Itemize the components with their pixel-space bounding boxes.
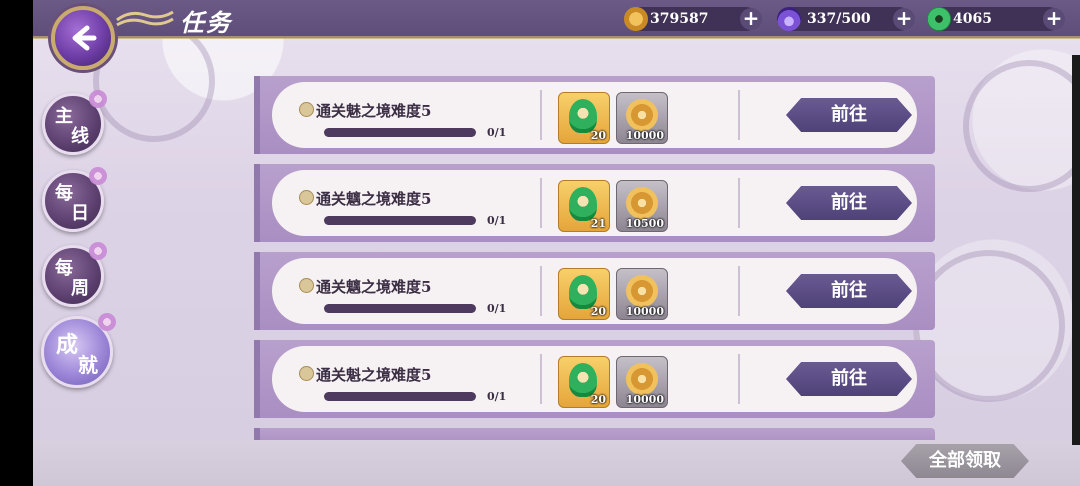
divider bbox=[540, 354, 542, 404]
divider bbox=[738, 354, 740, 404]
jade-icon bbox=[569, 363, 597, 397]
game-screen: 任务 379587 + 337/500 + 4065 + 主 线 每 日 每 周 bbox=[33, 0, 1080, 486]
tab-daily[interactable]: 每 日 bbox=[42, 167, 107, 232]
card-edge bbox=[254, 340, 260, 418]
reward-qty: 20 bbox=[590, 305, 606, 318]
reward-qty: 10500 bbox=[625, 217, 664, 230]
progress-text: 0/1 bbox=[487, 126, 507, 139]
divider bbox=[540, 178, 542, 228]
reward-coin[interactable]: 10000 bbox=[616, 356, 668, 408]
stamina-counter: 337/500 + bbox=[777, 7, 915, 31]
go-button[interactable]: 前往 bbox=[786, 98, 912, 132]
go-button[interactable]: 前往 bbox=[786, 274, 912, 308]
tab-label: 就 bbox=[78, 353, 98, 377]
divider bbox=[540, 90, 542, 140]
progress-bar bbox=[324, 304, 476, 313]
jade-value: 4065 bbox=[953, 11, 992, 27]
claim-all-button[interactable]: 全部领取 bbox=[901, 444, 1029, 478]
reward-coin[interactable]: 10000 bbox=[616, 268, 668, 320]
reward-coin[interactable]: 10500 bbox=[616, 180, 668, 232]
coin-icon bbox=[624, 7, 648, 31]
coin-icon bbox=[626, 275, 658, 307]
coin-icon bbox=[626, 187, 658, 219]
go-button[interactable]: 前往 bbox=[786, 186, 912, 220]
reward-qty: 20 bbox=[590, 393, 606, 406]
card-edge bbox=[254, 252, 260, 330]
stamina-value: 337/500 bbox=[807, 11, 871, 27]
reward-qty: 21 bbox=[590, 217, 606, 230]
add-stamina-button[interactable]: + bbox=[893, 8, 915, 30]
task-card: 通关魁之境难度5 0/1 20 10000 前往 bbox=[254, 340, 935, 418]
back-arrow-icon bbox=[72, 25, 97, 51]
jade-icon bbox=[569, 99, 597, 133]
task-card: 通关魑之境难度5 0/1 20 10000 前往 bbox=[254, 252, 935, 330]
progress-text: 0/1 bbox=[487, 302, 507, 315]
divider bbox=[738, 90, 740, 140]
page-title: 任务 bbox=[180, 8, 232, 37]
jade-icon bbox=[569, 187, 597, 221]
tab-label: 日 bbox=[71, 203, 89, 224]
task-name: 通关魑之境难度5 bbox=[316, 190, 432, 208]
task-card: 通关魑之境难度5 0/1 21 10500 前往 bbox=[254, 164, 935, 242]
tab-label: 线 bbox=[71, 126, 89, 147]
task-name: 通关魁之境难度5 bbox=[316, 366, 432, 384]
task-bullet-icon bbox=[299, 190, 314, 205]
divider bbox=[738, 178, 740, 228]
tab-main[interactable]: 主 线 bbox=[42, 90, 107, 155]
reward-coin[interactable]: 10000 bbox=[616, 92, 668, 144]
reward-qty: 20 bbox=[590, 129, 606, 142]
task-panel: 通关魁之境难度5 0/1 20 10000 前往 bbox=[272, 346, 917, 412]
reward-qty: 10000 bbox=[625, 129, 664, 142]
tab-label: 成 bbox=[56, 332, 79, 358]
progress-bar bbox=[324, 216, 476, 225]
task-bullet-icon bbox=[299, 278, 314, 293]
coin-counter: 379587 + bbox=[624, 7, 762, 31]
task-panel: 通关魑之境难度5 0/1 21 10500 前往 bbox=[272, 170, 917, 236]
task-panel: 通关魅之境难度5 0/1 20 10000 前往 bbox=[272, 82, 917, 148]
go-button[interactable]: 前往 bbox=[786, 362, 912, 396]
reward-jade[interactable]: 20 bbox=[558, 92, 610, 144]
add-coin-button[interactable]: + bbox=[740, 8, 762, 30]
gear-decoration bbox=[913, 250, 1065, 402]
gear-decoration bbox=[963, 60, 1080, 192]
add-jade-button[interactable]: + bbox=[1043, 8, 1065, 30]
reward-jade[interactable]: 20 bbox=[558, 356, 610, 408]
stamina-icon bbox=[777, 7, 801, 31]
reward-jade[interactable]: 21 bbox=[558, 180, 610, 232]
flower-icon bbox=[89, 242, 107, 260]
scroll-edge bbox=[1072, 55, 1080, 445]
left-black-bar bbox=[0, 0, 33, 486]
divider bbox=[540, 266, 542, 316]
task-bullet-icon bbox=[299, 102, 314, 117]
coin-icon bbox=[626, 99, 658, 131]
tab-label: 周 bbox=[71, 278, 89, 299]
flower-icon bbox=[89, 167, 107, 185]
jade-counter: 4065 + bbox=[927, 7, 1065, 31]
coin-icon bbox=[626, 363, 658, 395]
flower-icon bbox=[98, 313, 116, 331]
divider bbox=[738, 266, 740, 316]
jade-icon bbox=[927, 7, 951, 31]
task-bullet-icon bbox=[299, 366, 314, 381]
progress-text: 0/1 bbox=[487, 390, 507, 403]
back-button[interactable] bbox=[51, 6, 115, 70]
task-card: 通关魅之境难度5 0/1 20 10000 前往 bbox=[254, 76, 935, 154]
reward-qty: 10000 bbox=[625, 393, 664, 406]
jade-icon bbox=[569, 275, 597, 309]
tab-weekly[interactable]: 每 周 bbox=[42, 242, 107, 307]
reward-jade[interactable]: 20 bbox=[558, 268, 610, 320]
card-edge bbox=[254, 164, 260, 242]
flower-icon bbox=[89, 90, 107, 108]
task-name: 通关魑之境难度5 bbox=[316, 278, 432, 296]
progress-bar bbox=[324, 392, 476, 401]
tab-achievement[interactable]: 成 就 bbox=[41, 313, 116, 388]
task-name: 通关魅之境难度5 bbox=[316, 102, 432, 120]
card-edge bbox=[254, 76, 260, 154]
task-panel: 通关魑之境难度5 0/1 20 10000 前往 bbox=[272, 258, 917, 324]
progress-text: 0/1 bbox=[487, 214, 507, 227]
title-ornament-icon bbox=[116, 10, 174, 27]
reward-qty: 10000 bbox=[625, 305, 664, 318]
coin-value: 379587 bbox=[650, 11, 709, 27]
progress-bar bbox=[324, 128, 476, 137]
